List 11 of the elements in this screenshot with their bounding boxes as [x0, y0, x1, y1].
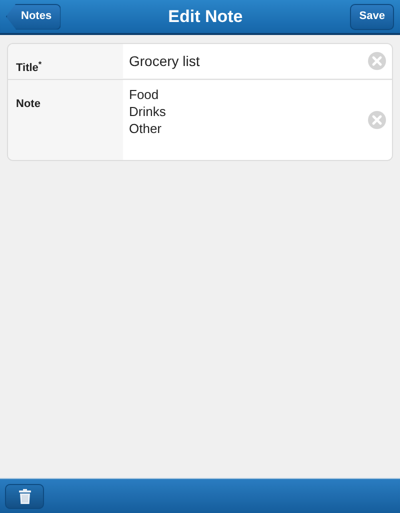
page-title: Edit Note: [168, 6, 243, 28]
back-button[interactable]: Notes: [6, 4, 61, 30]
delete-button[interactable]: [5, 484, 44, 508]
clear-icon[interactable]: [368, 111, 386, 129]
trash-icon: [18, 488, 30, 504]
save-button[interactable]: Save: [350, 4, 394, 30]
field-label: Note: [16, 98, 40, 110]
note-field[interactable]: Food Drinks Other: [123, 80, 392, 160]
title-field[interactable]: Grocery list: [123, 44, 392, 78]
clear-icon[interactable]: [368, 52, 386, 70]
field-label: Title$^{*}$: [16, 62, 42, 74]
